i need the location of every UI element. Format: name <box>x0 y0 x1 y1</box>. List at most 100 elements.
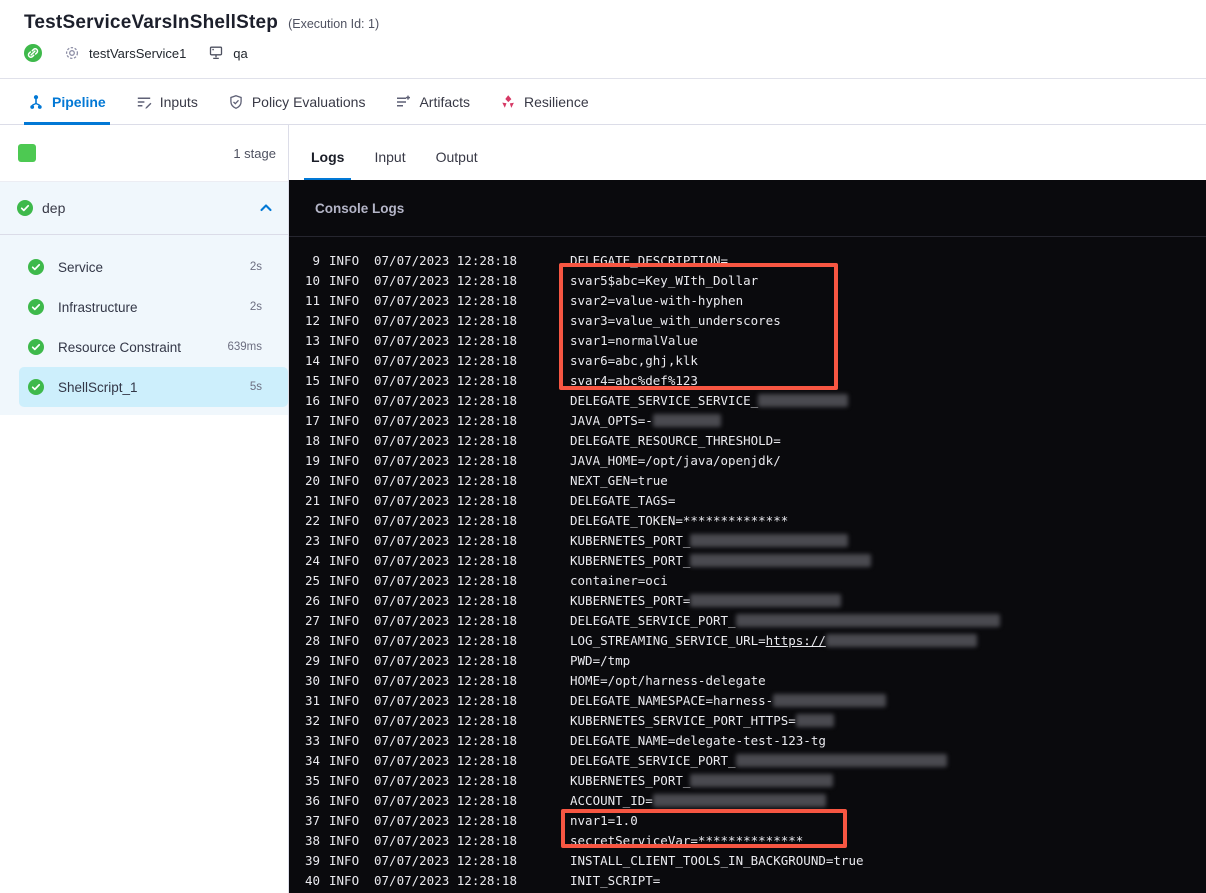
tab-pipeline[interactable]: Pipeline <box>24 79 110 125</box>
service-name[interactable]: testVarsService1 <box>89 46 186 61</box>
redacted-value <box>735 753 947 767</box>
step-label: ShellScript_1 <box>58 379 138 395</box>
log-line-16: 16 INFO 07/07/2023 12:28:18 DELEGATE_SERVIC… <box>289 390 1206 410</box>
stage-header-dep[interactable]: dep <box>0 182 288 234</box>
log-tab-bar: Logs Input Output <box>289 125 1206 180</box>
log-message: INIT_SCRIPT= <box>570 873 1206 888</box>
log-line-number: 32 <box>304 712 320 728</box>
stage-summary-row[interactable]: 1 stage <box>0 125 288 182</box>
log-message: container=oci <box>570 573 1206 588</box>
log-message: PWD=/tmp <box>570 653 1206 668</box>
tab-label: Policy Evaluations <box>251 93 366 110</box>
check-circle-icon <box>28 299 44 315</box>
step-duration: 639ms <box>227 341 262 353</box>
log-level: INFO <box>329 392 360 408</box>
log-message-text: DELEGATE_DESCRIPTION= <box>570 252 729 268</box>
log-message: JAVA_HOME=/opt/java/openjdk/ <box>570 453 1206 468</box>
log-line-number: 10 <box>304 272 320 288</box>
log-tab-output[interactable]: Output <box>434 149 480 180</box>
tab-policy-evaluations[interactable]: Policy Evaluations <box>228 79 366 124</box>
log-level: INFO <box>329 732 360 748</box>
log-line-25: 25 INFO 07/07/2023 12:28:18 container=oci <box>289 570 1206 590</box>
log-message-text: ACCOUNT_ID= <box>570 792 653 808</box>
step-duration: 5s <box>249 381 262 393</box>
stage-group: dep Service 2s Infrastructure 2s Resource Co… <box>0 182 288 415</box>
log-line-19: 19 INFO 07/07/2023 12:28:18 JAVA_HOME=/opt/… <box>289 450 1206 470</box>
log-line-number: 16 <box>304 392 320 408</box>
log-message-text: nvar1=1.0 <box>570 812 638 828</box>
log-level: INFO <box>329 492 360 508</box>
log-line-number: 9 <box>312 252 320 268</box>
log-level: INFO <box>329 752 360 768</box>
tab-inputs[interactable]: Inputs <box>136 79 198 124</box>
log-level: INFO <box>329 872 360 888</box>
redacted-value <box>690 593 842 607</box>
log-line-number: 37 <box>304 812 320 828</box>
log-level: INFO <box>329 532 360 548</box>
log-message-text: KUBERNETES_PORT= <box>570 592 691 608</box>
log-level: INFO <box>329 432 360 448</box>
log-tab-logs[interactable]: Logs <box>303 149 352 180</box>
artifacts-icon <box>395 94 411 110</box>
log-level: INFO <box>329 252 360 268</box>
log-line-number: 22 <box>304 512 320 528</box>
log-line-30: 30 INFO 07/07/2023 12:28:18 HOME=/opt/harne… <box>289 670 1206 690</box>
log-line-32: 32 INFO 07/07/2023 12:28:18 KUBERNETES_SERV… <box>289 710 1206 730</box>
log-message: INSTALL_CLIENT_TOOLS_IN_BACKGROUND=true <box>570 853 1206 868</box>
log-line-number: 24 <box>304 552 320 568</box>
log-level: INFO <box>329 292 360 308</box>
log-level: INFO <box>329 852 360 868</box>
log-level: INFO <box>329 412 360 428</box>
log-line-39: 39 INFO 07/07/2023 12:28:18 INSTALL_CLIENT_… <box>289 850 1206 870</box>
log-level: INFO <box>329 712 360 728</box>
log-message-text: LOG_STREAMING_SERVICE_URL= <box>570 632 766 648</box>
tab-artifacts[interactable]: Artifacts <box>395 79 470 124</box>
tab-resilience[interactable]: Resilience <box>500 79 589 124</box>
log-message-text: KUBERNETES_PORT_ <box>570 532 691 548</box>
log-message-link[interactable]: https:// <box>766 633 826 648</box>
log-timestamp: 07/07/2023 12:28:18 <box>374 272 517 288</box>
log-message: HOME=/opt/harness-delegate <box>570 673 1206 688</box>
step-item-resource-constraint[interactable]: Resource Constraint 639ms <box>0 327 288 367</box>
check-circle-icon <box>28 339 44 355</box>
log-timestamp: 07/07/2023 12:28:18 <box>374 352 517 368</box>
log-tab-input[interactable]: Input <box>372 149 407 180</box>
log-message: DELEGATE_SERVICE_SERVICE_ <box>570 393 1206 408</box>
log-line-17: 17 INFO 07/07/2023 12:28:18 JAVA_OPTS=- <box>289 410 1206 430</box>
step-item-shellscript-1[interactable]: ShellScript_1 5s <box>19 367 288 407</box>
log-timestamp: 07/07/2023 12:28:18 <box>374 712 517 728</box>
console-log-area[interactable]: 9 INFO 07/07/2023 12:28:18 DELEGATE_DESCRIP… <box>289 237 1206 893</box>
environment-name[interactable]: qa <box>233 46 247 61</box>
log-message: LOG_STREAMING_SERVICE_URL=https:// <box>570 633 1206 648</box>
log-line-number: 17 <box>304 412 320 428</box>
log-message: KUBERNETES_SERVICE_PORT_HTTPS= <box>570 713 1206 728</box>
log-timestamp: 07/07/2023 12:28:18 <box>374 692 517 708</box>
execution-id-label: (Execution Id: 1) <box>288 17 380 31</box>
log-message-text: secretServiceVar=************** <box>570 832 804 848</box>
log-line-number: 34 <box>304 752 320 768</box>
log-line-34: 34 INFO 07/07/2023 12:28:18 DELEGATE_SERVIC… <box>289 750 1206 770</box>
log-line-number: 13 <box>304 332 320 348</box>
stage-status-square <box>18 144 36 162</box>
chevron-up-icon[interactable] <box>258 200 274 216</box>
console-header: Console Logs <box>289 180 1206 237</box>
console-title: Console Logs <box>315 200 405 216</box>
log-level: INFO <box>329 792 360 808</box>
log-timestamp: 07/07/2023 12:28:18 <box>374 772 517 788</box>
log-message-text: INSTALL_CLIENT_TOOLS_IN_BACKGROUND=true <box>570 852 864 868</box>
step-item-service[interactable]: Service 2s <box>0 247 288 287</box>
log-message: DELEGATE_TOKEN=************** <box>570 513 1206 528</box>
log-level: INFO <box>329 472 360 488</box>
step-item-infrastructure[interactable]: Infrastructure 2s <box>0 287 288 327</box>
log-line-38: 38 INFO 07/07/2023 12:28:18 secretServiceVa… <box>289 830 1206 850</box>
step-duration: 2s <box>249 261 262 273</box>
log-line-number: 39 <box>304 852 320 868</box>
redacted-value <box>652 793 826 807</box>
log-line-36: 36 INFO 07/07/2023 12:28:18 ACCOUNT_ID= <box>289 790 1206 810</box>
log-timestamp: 07/07/2023 12:28:18 <box>374 672 517 688</box>
log-message-text: svar2=value-with-hyphen <box>570 292 744 308</box>
log-level: INFO <box>329 592 360 608</box>
log-line-21: 21 INFO 07/07/2023 12:28:18 DELEGATE_TAGS= <box>289 490 1206 510</box>
log-level: INFO <box>329 692 360 708</box>
log-message-text: INIT_SCRIPT= <box>570 872 661 888</box>
